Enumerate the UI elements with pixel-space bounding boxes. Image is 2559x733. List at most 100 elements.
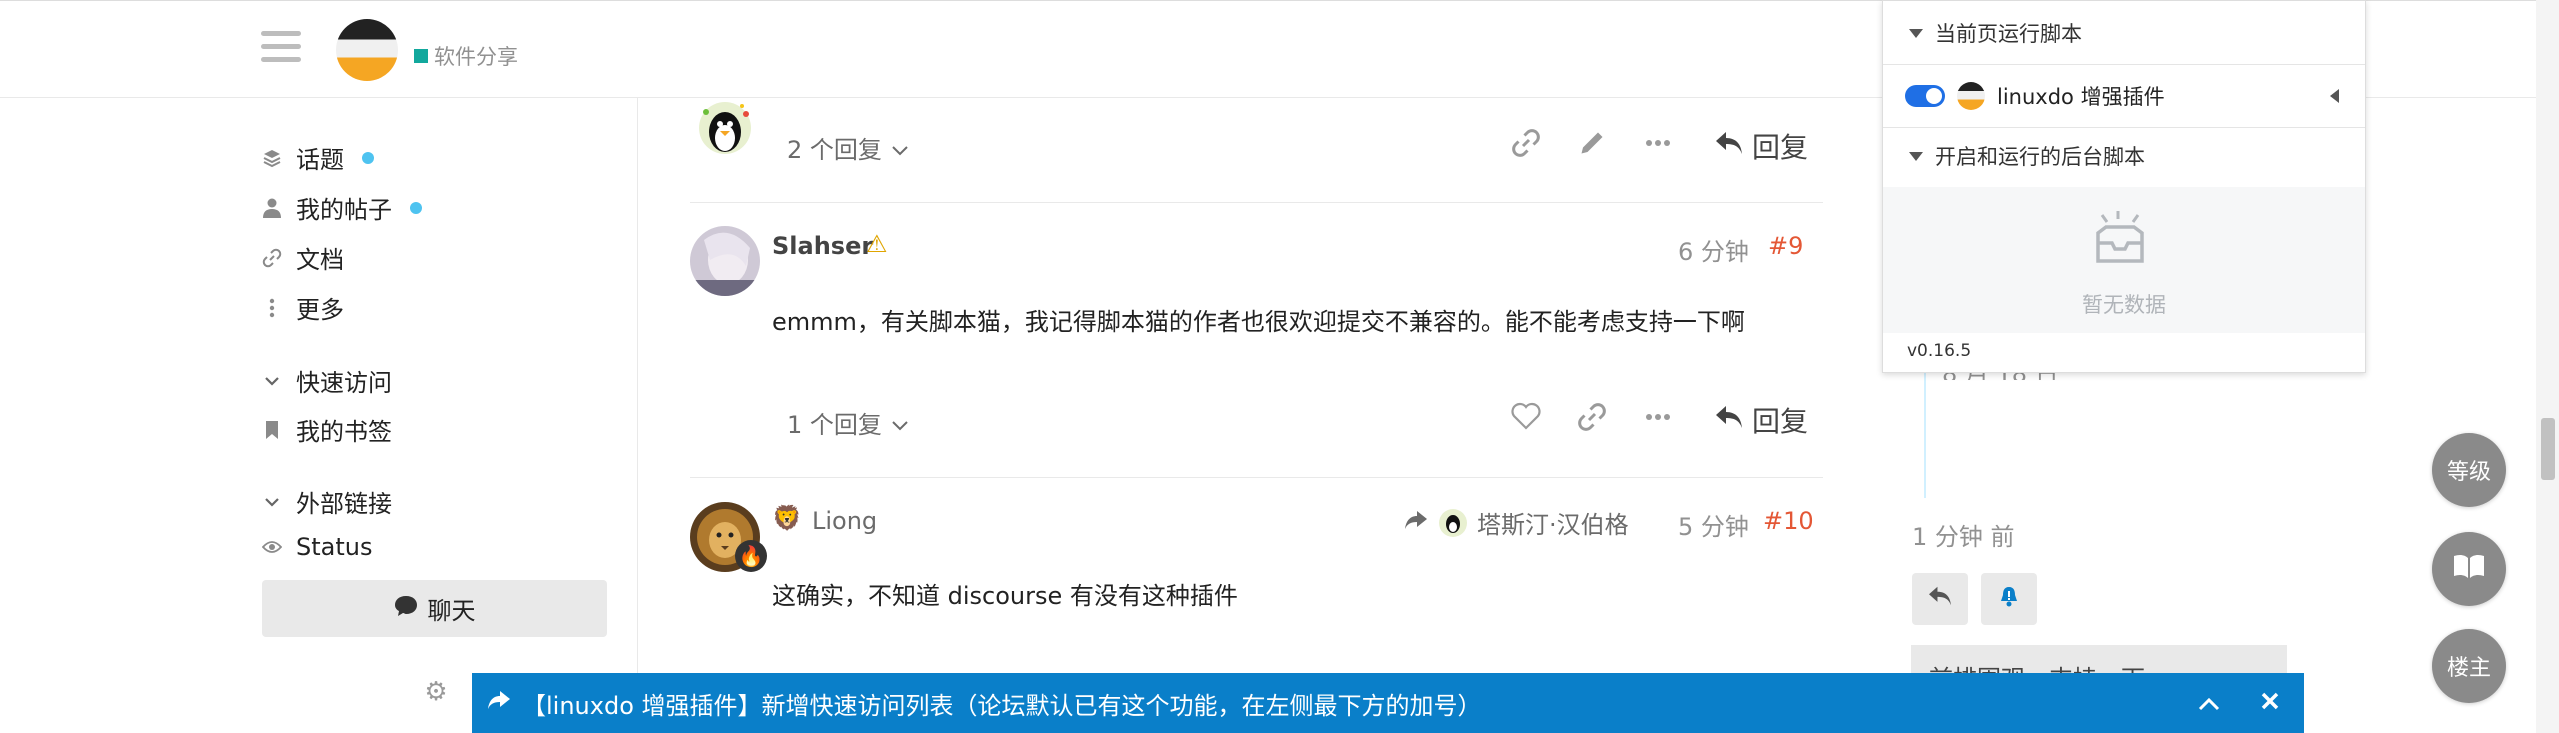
sidebar-item-my-posts[interactable]: 我的帖子 [262, 190, 422, 225]
sidebar-item-status[interactable]: Status [262, 534, 372, 560]
sidebar-item-more[interactable]: 更多 [262, 290, 344, 325]
sidebar-item-topics[interactable]: 话题 [262, 140, 374, 175]
replies-toggle[interactable]: 2 个回复 [787, 130, 908, 165]
sidebar-item-label: 话题 [296, 146, 344, 174]
timeline-scroll-track[interactable] [1924, 370, 1926, 498]
reply-to-username: 塔斯汀·汉伯格 [1477, 511, 1629, 539]
section-title: 快速访问 [296, 369, 392, 397]
username[interactable]: Liong [812, 507, 877, 535]
sidebar-item-label: 我的帖子 [296, 196, 392, 224]
reply-button[interactable]: 回复 [1714, 400, 1808, 440]
sidebar-item-docs[interactable]: 文档 [262, 240, 344, 275]
level-button[interactable]: 等级 [2432, 433, 2506, 507]
script-logo-icon [1957, 82, 1985, 110]
post-body: 这确实，不知道 discourse 有没有这种插件 [772, 582, 1238, 610]
chat-label: 聊天 [427, 597, 476, 625]
section-title: 外部链接 [296, 490, 392, 518]
more-horizontal-icon[interactable] [1643, 128, 1673, 165]
gear-icon[interactable]: ⚙ [422, 678, 450, 706]
announcement-banner: 【linuxdo 增强插件】新增快速访问列表（论坛默认已有这个功能，在左侧最下方… [472, 673, 2304, 733]
owner-label: 楼主 [2446, 656, 2491, 681]
link-icon [262, 248, 282, 268]
reply-button[interactable]: 回复 [1714, 126, 1808, 166]
sidebar-item-label: 文档 [296, 246, 344, 274]
background-scripts-header[interactable]: 开启和运行的后台脚本 [1883, 142, 2365, 170]
username[interactable]: Slahser [772, 232, 873, 260]
category-badge[interactable]: 软件分享 [414, 41, 518, 71]
sidebar-section-quick-access[interactable]: 快速访问 [262, 363, 392, 398]
section-title: 当前页运行脚本 [1935, 22, 2082, 46]
pencil-icon[interactable] [1577, 128, 1607, 165]
link-icon[interactable] [1511, 128, 1541, 165]
post-time[interactable]: 5 分钟 [1678, 507, 1749, 542]
divider [1883, 127, 2365, 128]
avatar[interactable] [690, 226, 760, 296]
close-icon[interactable] [2260, 689, 2280, 717]
empty-state: 暂无数据 [1883, 187, 2365, 333]
script-manager-popup: 当前页运行脚本 linuxdo 增强插件 开启和运行的后台脚本 暂无数据 v0.… [1882, 0, 2366, 373]
divider [1883, 64, 2365, 65]
page-scrollbar[interactable] [2536, 0, 2559, 733]
site-logo[interactable] [336, 19, 398, 81]
caret-down-icon [1909, 28, 1923, 38]
post-number[interactable]: #10 [1763, 507, 1814, 535]
post-separator [690, 477, 1823, 478]
user-flair-icon: 🦁 [772, 504, 802, 532]
more-vertical-icon [262, 298, 282, 318]
post-time[interactable]: 6 分钟 [1678, 232, 1749, 267]
hamburger-menu-icon[interactable] [261, 31, 301, 67]
reply-arrow-icon [1927, 585, 1953, 613]
eye-icon [262, 537, 282, 557]
book-button[interactable] [2432, 532, 2506, 606]
link-icon[interactable] [1577, 402, 1607, 439]
bookmark-icon [262, 420, 282, 440]
owner-button[interactable]: 楼主 [2432, 629, 2506, 703]
replies-label: 1 个回复 [787, 411, 882, 439]
layers-icon [262, 148, 282, 168]
banner-text[interactable]: 【linuxdo 增强插件】新增快速访问列表（论坛默认已有这个功能，在左侧最下方… [522, 686, 1482, 721]
book-icon [2452, 552, 2486, 586]
sidebar-section-external-links[interactable]: 外部链接 [262, 484, 392, 519]
replies-label: 2 个回复 [787, 136, 882, 164]
unread-dot [410, 201, 422, 214]
scrollbar-thumb[interactable] [2541, 418, 2555, 480]
reply-arrow-icon [1714, 404, 1744, 437]
post-number[interactable]: #9 [1768, 232, 1803, 260]
replies-toggle[interactable]: 1 个回复 [787, 405, 908, 440]
avatar[interactable] [690, 98, 760, 162]
script-name: linuxdo 增强插件 [1997, 85, 2165, 109]
chat-button[interactable]: 聊天 [262, 580, 607, 637]
timeline-reply-button[interactable] [1912, 573, 1968, 625]
sidebar-item-label: 我的书签 [296, 418, 392, 446]
bell-icon [1999, 585, 2019, 613]
reply-label: 回复 [1752, 131, 1809, 164]
reply-to-avatar [1439, 508, 1467, 537]
unread-dot [362, 151, 374, 164]
sidebar: 话题 我的帖子 文档 更多 快速访问 我的书签 外部链接 Status 聊天 ⚙ [262, 98, 608, 733]
sidebar-item-bookmarks[interactable]: 我的书签 [262, 412, 392, 447]
chevron-down-icon [892, 134, 908, 162]
chat-bubble-icon [394, 595, 418, 623]
caret-down-icon [1909, 151, 1923, 161]
category-label: 软件分享 [434, 45, 518, 69]
reply-to-tab[interactable]: 塔斯汀·汉伯格 [1403, 505, 1629, 540]
caret-left-icon[interactable] [2330, 89, 2339, 103]
share-arrow-icon [486, 689, 512, 717]
reply-arrow-icon [1714, 130, 1744, 163]
chevron-down-icon [892, 409, 908, 437]
post-separator [690, 202, 1823, 203]
timeline-last-activity: 1 分钟 前 [1912, 523, 2015, 551]
category-color-square [414, 49, 428, 63]
share-arrow-icon [1403, 509, 1429, 537]
section-title: 开启和运行的后台脚本 [1935, 145, 2145, 169]
current-page-scripts-header[interactable]: 当前页运行脚本 [1883, 19, 2365, 47]
script-row[interactable]: linuxdo 增强插件 [1883, 79, 2365, 113]
timeline-notification-button[interactable] [1981, 573, 2037, 625]
script-toggle[interactable] [1905, 85, 1945, 107]
heart-icon[interactable] [1511, 402, 1541, 437]
more-horizontal-icon[interactable] [1643, 402, 1673, 439]
empty-text: 暂无数据 [2082, 293, 2166, 317]
chevron-up-icon[interactable] [2198, 689, 2220, 717]
flame-badge-icon: 🔥 [735, 540, 767, 572]
post-body: emmm，有关脚本猫，我记得脚本猫的作者也很欢迎提交不兼容的。能不能考虑支持一下… [772, 308, 1745, 336]
